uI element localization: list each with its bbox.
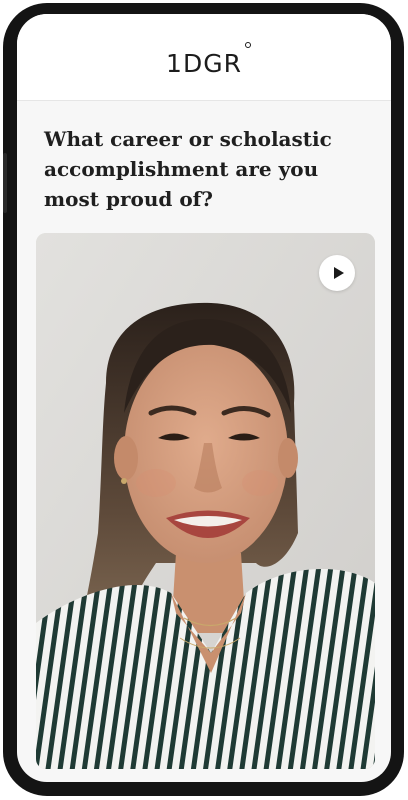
app-header: 1DGR xyxy=(17,14,391,101)
video-thumbnail[interactable] xyxy=(36,233,375,769)
play-button[interactable] xyxy=(319,255,355,291)
play-icon xyxy=(333,267,344,279)
portrait-image xyxy=(36,233,375,769)
app-logo[interactable]: 1DGR xyxy=(166,41,251,78)
logo-text: 1DGR xyxy=(166,48,242,78)
degree-circle-icon xyxy=(244,41,251,48)
app-screen: 1DGR What career or scholastic accomplis… xyxy=(17,14,391,782)
phone-side-button xyxy=(3,153,7,213)
question-prompt: What career or scholastic accomplishment… xyxy=(44,127,332,211)
